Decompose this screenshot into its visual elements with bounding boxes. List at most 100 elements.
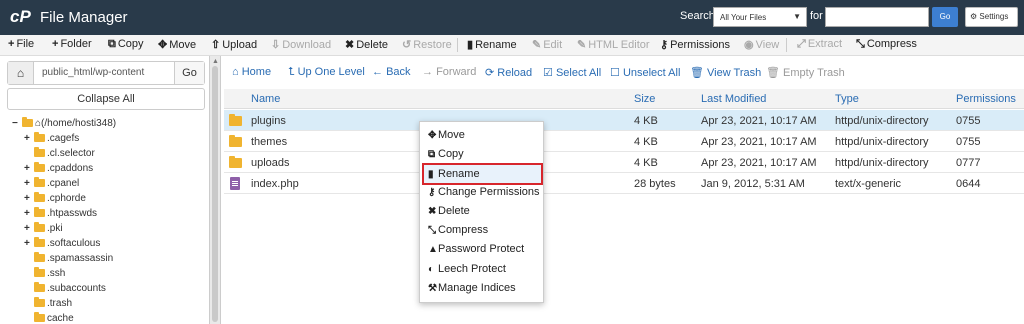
header-name[interactable]: Name xyxy=(251,93,280,105)
tree-item[interactable]: + .cpanel xyxy=(24,176,79,191)
file-permissions: 0755 xyxy=(956,115,981,127)
empty-trash-button[interactable]: 🗑 Empty Trash xyxy=(766,66,845,79)
header-type[interactable]: Type xyxy=(835,93,859,105)
new-file-button[interactable]: + File xyxy=(8,38,34,50)
table-row[interactable]: themes 4 KB Apr 23, 2021, 10:17 AM httpd… xyxy=(224,131,1024,152)
table-row[interactable]: index.php 28 bytes Jan 9, 2012, 5:31 AM … xyxy=(224,173,1024,194)
html-editor-button[interactable]: ✎ HTML Editor xyxy=(577,38,650,51)
table-row[interactable]: plugins 4 KB Apr 23, 2021, 10:17 AM http… xyxy=(224,110,1024,131)
header-last-modified[interactable]: Last Modified xyxy=(701,93,766,105)
collapse-all-button[interactable]: Collapse All xyxy=(7,88,205,110)
ctx-move[interactable]: ✥ Move xyxy=(424,126,541,144)
file-name: index.php xyxy=(251,178,299,190)
search-scope-value: All Your Files xyxy=(720,13,767,22)
ctx-copy[interactable]: ⧉ Copy xyxy=(424,145,541,163)
tree-item[interactable]: .ssh xyxy=(24,266,65,281)
download-button[interactable]: ⇩ Download xyxy=(271,38,331,51)
upload-icon: ⇧ xyxy=(211,39,221,51)
ctx-leech-protect[interactable]: ◐ Leech Protect xyxy=(424,260,541,278)
file-modified: Jan 9, 2012, 5:31 AM xyxy=(701,178,805,190)
expand-icon[interactable]: + xyxy=(24,221,34,236)
tree-item[interactable]: + .pki xyxy=(24,221,63,236)
tree-item[interactable]: .cl.selector xyxy=(24,146,95,161)
folder-icon xyxy=(229,156,242,168)
folder-icon xyxy=(34,252,45,262)
nav-forward-button[interactable]: → Forward xyxy=(422,66,476,78)
select-all-button[interactable]: ☑ Select All xyxy=(543,66,601,79)
file-permissions: 0777 xyxy=(956,157,981,169)
expand-icon[interactable]: + xyxy=(24,131,34,146)
settings-button[interactable]: ⚙ Settings xyxy=(965,7,1018,27)
scrollbar-thumb[interactable] xyxy=(212,66,218,322)
edit-button[interactable]: ✎ Edit xyxy=(532,38,562,51)
tree-item[interactable]: cache xyxy=(24,311,74,324)
tree-item[interactable]: .subaccounts xyxy=(24,281,106,296)
undo-icon: ↺ xyxy=(402,39,412,51)
folder-icon xyxy=(34,297,45,307)
tree-item[interactable]: .spamassassin xyxy=(24,251,113,266)
scroll-up-icon[interactable]: ▲ xyxy=(212,58,219,65)
file-name: plugins xyxy=(251,115,286,127)
new-folder-button[interactable]: + Folder xyxy=(52,38,92,50)
tree-item[interactable]: + .cagefs xyxy=(24,131,79,146)
file-type: text/x-generic xyxy=(835,178,902,190)
path-input[interactable]: public_html/wp-content xyxy=(42,67,144,78)
nav-up-button[interactable]: ⮤ Up One Level xyxy=(288,66,365,79)
ctx-delete[interactable]: ✖ Delete xyxy=(424,202,541,220)
for-label: for xyxy=(810,10,823,22)
expand-icon[interactable]: + xyxy=(24,176,34,191)
delete-button[interactable]: ✖ Delete xyxy=(345,38,388,51)
ctx-rename[interactable]: ▮ Rename xyxy=(422,163,543,185)
php-file-icon xyxy=(230,177,240,190)
rename-button[interactable]: ▮ Rename xyxy=(467,38,517,51)
arrow-left-icon: ← xyxy=(372,66,383,78)
home-icon: ⌂ xyxy=(232,66,239,78)
upload-button[interactable]: ⇧ Upload xyxy=(211,38,257,51)
folder-icon xyxy=(34,147,45,157)
file-modified: Apr 23, 2021, 10:17 AM xyxy=(701,136,817,148)
tree-item[interactable]: + .cphorde xyxy=(24,191,86,206)
compress-button[interactable]: ⤡ Compress xyxy=(856,38,917,51)
ctx-compress[interactable]: ⤡ Compress xyxy=(424,221,541,239)
tree-item[interactable]: + .htpasswds xyxy=(24,206,97,221)
folder-icon xyxy=(34,132,45,142)
restore-button[interactable]: ↺ Restore xyxy=(402,38,452,51)
home-icon[interactable]: ⌂ xyxy=(8,62,34,84)
expand-icon[interactable]: + xyxy=(24,161,34,176)
expand-icon[interactable]: + xyxy=(24,191,34,206)
collapse-toggle-icon[interactable]: − xyxy=(12,116,22,131)
nav-reload-button[interactable]: ⟳ Reload xyxy=(485,66,532,79)
trash-icon: 🗑 xyxy=(766,67,780,79)
tree-root[interactable]: − ⌂(/home/hosti348) xyxy=(12,116,116,131)
expand-icon[interactable]: + xyxy=(24,236,34,251)
ctx-change-permissions[interactable]: ⚷ Change Permissions xyxy=(424,183,541,201)
folder-icon xyxy=(229,114,242,126)
ctx-password-protect[interactable]: ▲Password Protect xyxy=(424,240,541,258)
nav-home-button[interactable]: ⌂ Home xyxy=(232,66,271,78)
tree-item[interactable]: .trash xyxy=(24,296,72,311)
panel-splitter-scrollbar[interactable]: ▲ xyxy=(209,56,221,324)
view-button[interactable]: ◉ View xyxy=(744,38,779,51)
search-scope-select[interactable]: All Your Files ▼ xyxy=(713,7,807,27)
copy-button[interactable]: ⧉ Copy xyxy=(108,38,144,51)
view-trash-button[interactable]: 🗑 View Trash xyxy=(690,66,761,79)
search-go-button[interactable]: Go xyxy=(932,7,958,27)
table-row[interactable]: uploads 4 KB Apr 23, 2021, 10:17 AM http… xyxy=(224,152,1024,173)
expand-icon[interactable]: + xyxy=(24,206,34,221)
tree-item[interactable]: + .cpaddons xyxy=(24,161,93,176)
key-icon: ⚷ xyxy=(660,39,669,51)
header-size[interactable]: Size xyxy=(634,93,655,105)
permissions-button[interactable]: ⚷ Permissions xyxy=(660,38,730,51)
wrench-icon: ⚒ xyxy=(428,283,437,294)
nav-back-button[interactable]: ← Back xyxy=(372,66,411,78)
extract-button[interactable]: ⤢ Extract xyxy=(797,38,842,51)
move-button[interactable]: ✥ Move xyxy=(158,38,196,51)
top-bar: cP File Manager Search All Your Files ▼ … xyxy=(0,0,1024,35)
header-permissions[interactable]: Permissions xyxy=(956,93,1016,105)
ctx-manage-indices[interactable]: ⚒Manage Indices xyxy=(424,279,541,297)
unselect-all-button[interactable]: ☐ Unselect All xyxy=(610,66,680,79)
chevron-down-icon: ▼ xyxy=(793,12,801,21)
tree-item[interactable]: + .softaculous xyxy=(24,236,100,251)
path-go-button[interactable]: Go xyxy=(174,62,204,84)
search-input[interactable] xyxy=(825,7,929,27)
